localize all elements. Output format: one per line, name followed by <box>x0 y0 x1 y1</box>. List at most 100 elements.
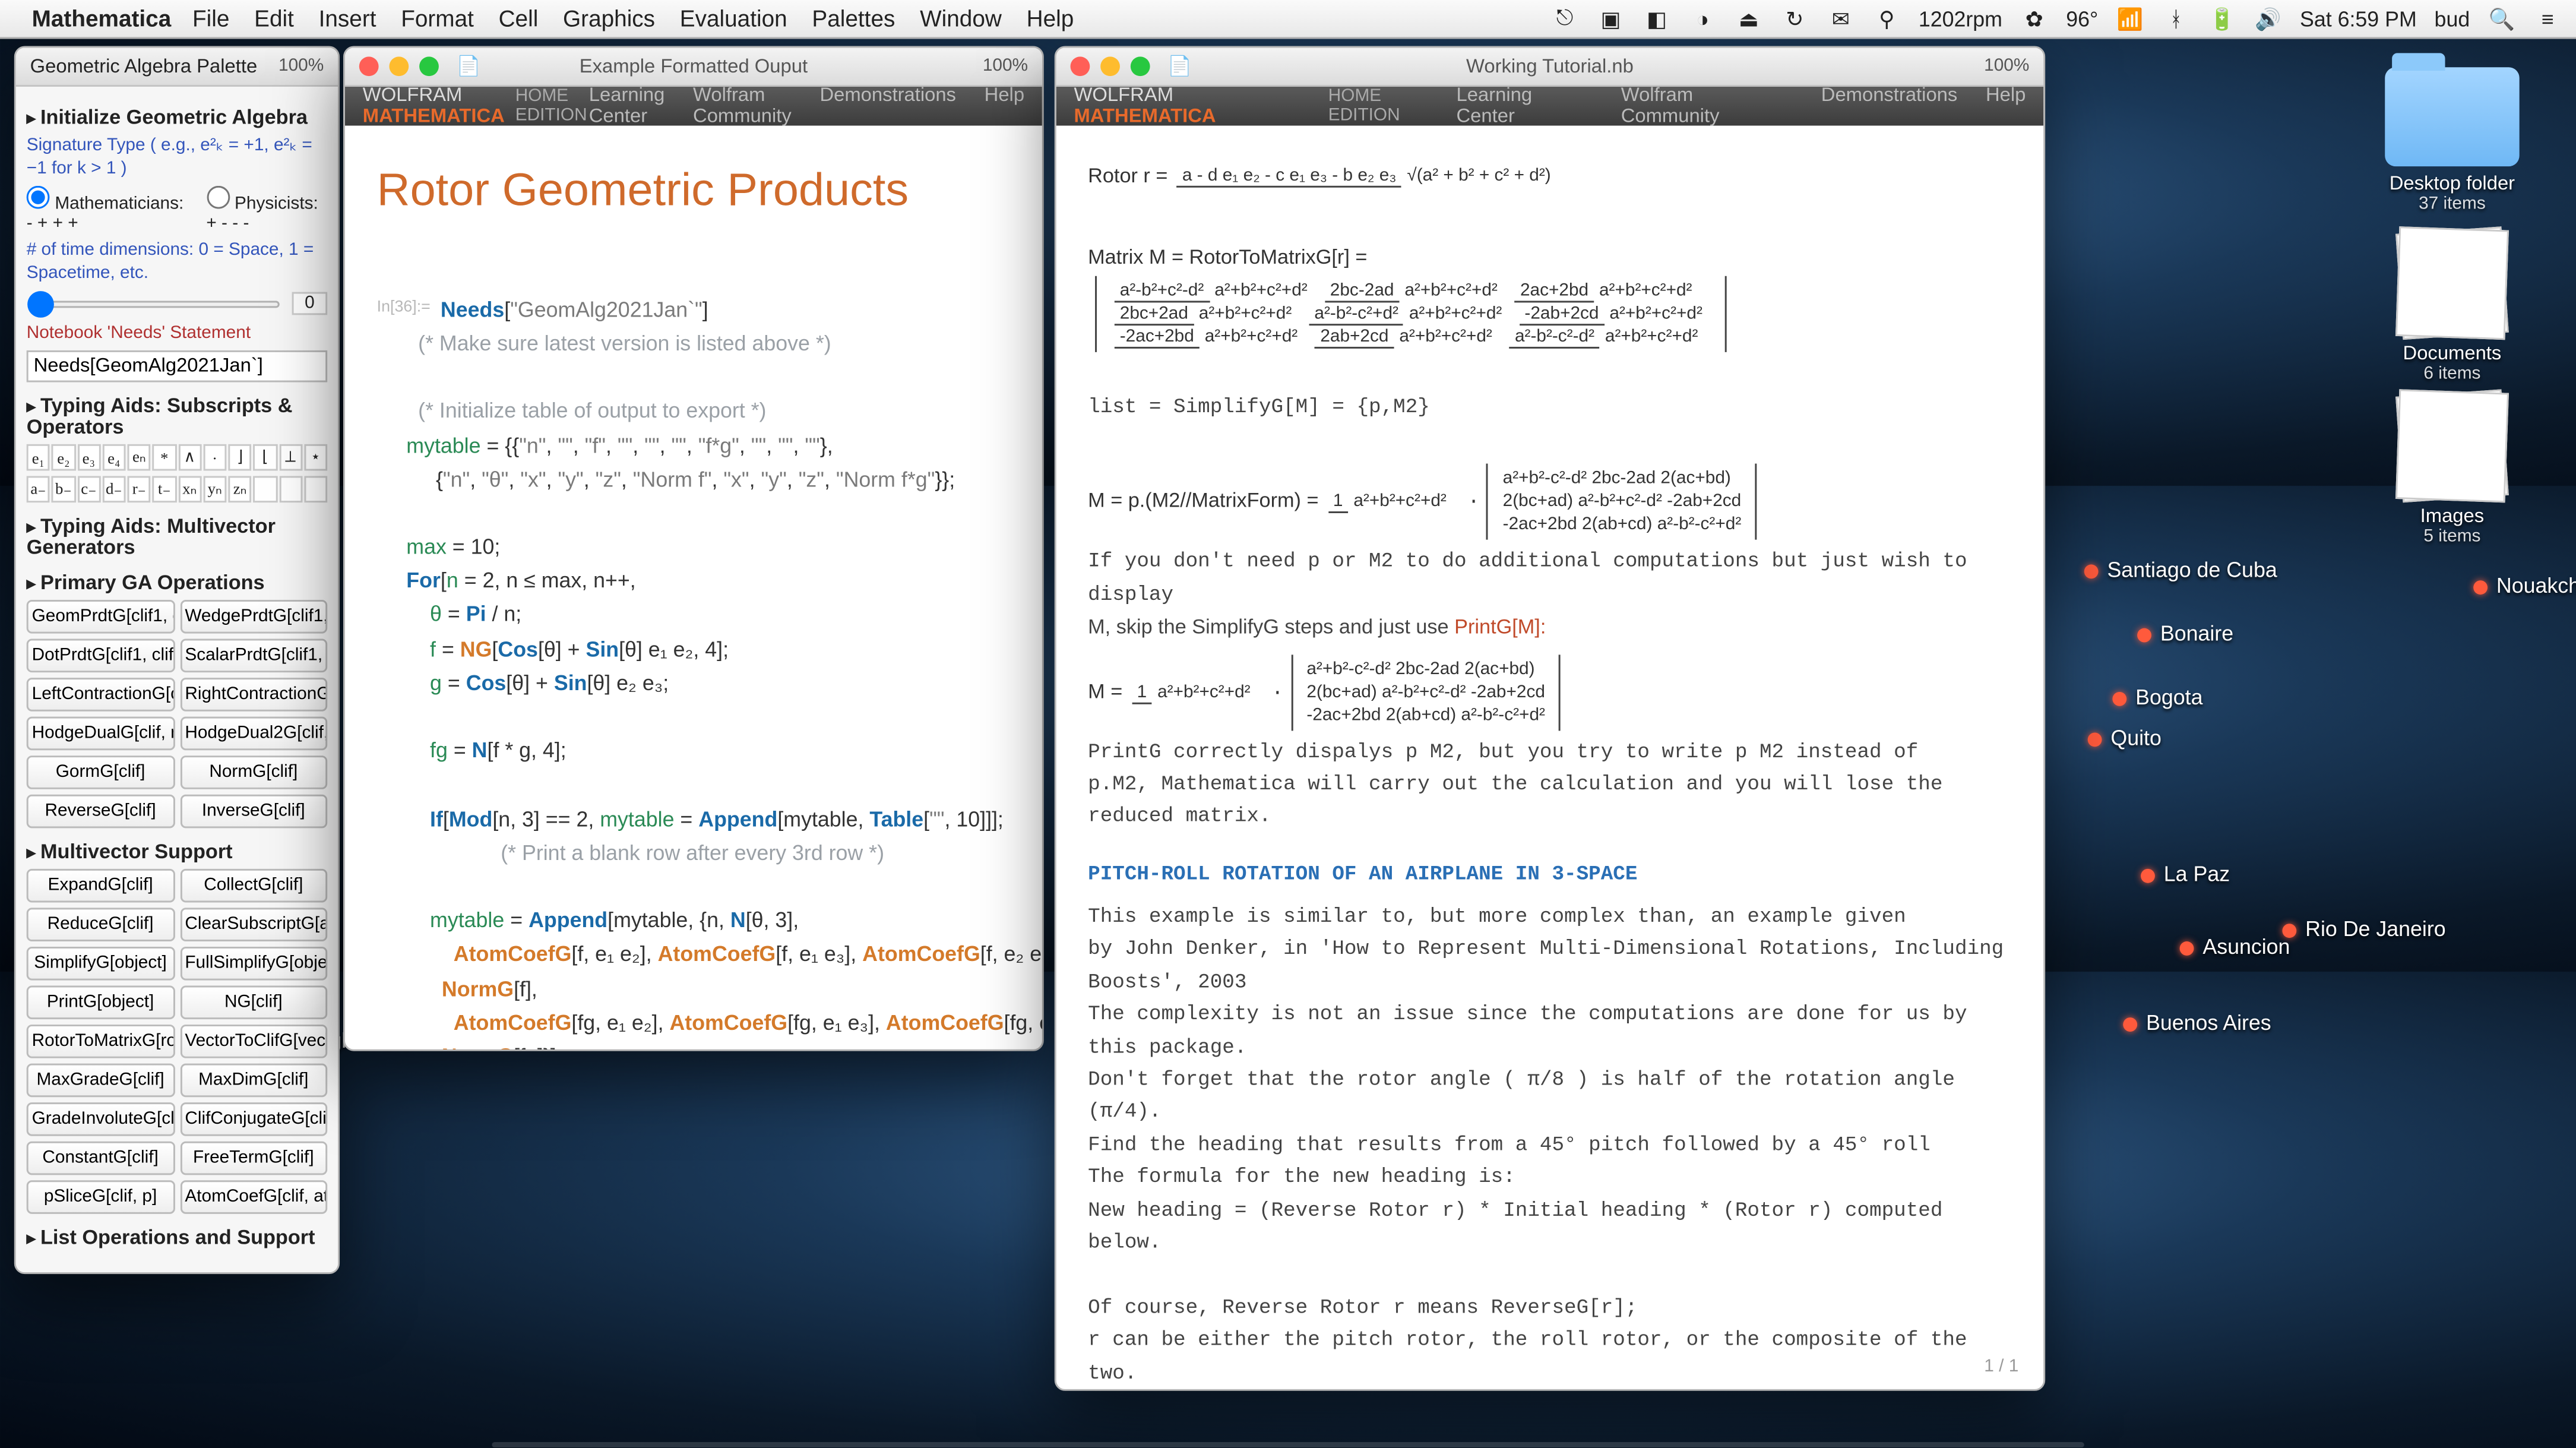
menu-evaluation[interactable]: Evaluation <box>680 5 787 32</box>
palette-op-button[interactable]: FullSimplifyG[object] <box>179 947 327 981</box>
operator-cell[interactable]: xₙ <box>178 476 201 502</box>
minimize-icon[interactable] <box>1100 56 1120 76</box>
palette-op-button[interactable]: ConstantG[clif] <box>27 1142 175 1175</box>
zoom-icon[interactable] <box>1131 56 1150 76</box>
palette-op-button[interactable]: DotPrdtG[clif1, clif2] <box>27 639 175 673</box>
section-typing1[interactable]: Typing Aids: Subscripts & Operators <box>27 396 327 439</box>
zoom-icon[interactable] <box>419 56 439 76</box>
operator-cell[interactable]: t₋ <box>153 476 176 502</box>
palette-op-button[interactable]: LeftContractionG[clif1, clif2] <box>27 678 175 712</box>
operator-cell[interactable]: d₋ <box>102 476 125 502</box>
palette-op-button[interactable]: ClifConjugateG[clif] <box>179 1102 327 1136</box>
palette-op-button[interactable]: GormG[clif] <box>27 755 175 789</box>
desktop-images[interactable]: Images 5 items <box>2363 393 2540 546</box>
palette-op-button[interactable]: ScalarPrdtG[clif1, clif2] <box>179 639 327 673</box>
operator-cell[interactable]: c₋ <box>77 476 100 502</box>
link-learning-center[interactable]: Learning Center <box>1457 85 1593 128</box>
tray-icon[interactable]: ✉ <box>1827 6 1855 31</box>
link-help[interactable]: Help <box>1986 85 2026 128</box>
operator-cell[interactable]: yₙ <box>203 476 226 502</box>
operator-cell[interactable]: ⟂ <box>279 444 302 471</box>
spotlight-icon[interactable]: 🔍 <box>2488 6 2516 31</box>
tray-icon[interactable]: ⚲ <box>1872 6 1901 31</box>
palette-op-button[interactable]: FreeTermG[clif] <box>179 1142 327 1175</box>
bluetooth-icon[interactable]: ᚼ <box>2162 6 2191 31</box>
tray-icon[interactable]: ✿ <box>2020 6 2049 31</box>
radio-physicists[interactable]: Physicists: + - - - <box>206 186 327 233</box>
palette-op-button[interactable]: NG[clif] <box>179 986 327 1020</box>
operator-cell[interactable]: ∧ <box>178 444 201 471</box>
tray-icon[interactable]: ↻ <box>1780 6 1809 31</box>
tray-icon[interactable]: ⏏ <box>1735 6 1763 31</box>
link-learning-center[interactable]: Learning Center <box>589 85 665 128</box>
palette-op-button[interactable]: MaxDimG[clif] <box>179 1064 327 1098</box>
palette-op-button[interactable]: GeomPrdtG[clif1, clif2] <box>27 600 175 634</box>
nb2-titlebar[interactable]: 📄 Working Tutorial.nb 100% <box>1056 48 2044 87</box>
palette-op-button[interactable]: CollectG[clif] <box>179 869 327 903</box>
palette-zoom[interactable]: 100% <box>279 56 324 76</box>
operator-cell[interactable]: a₋ <box>27 476 50 502</box>
palette-op-button[interactable]: WedgePrdtG[clif1, clif2] <box>179 600 327 634</box>
operator-cell[interactable]: · <box>203 444 226 471</box>
close-icon[interactable] <box>1071 56 1090 76</box>
tray-icon[interactable]: ◑ <box>1689 6 1717 31</box>
tray-user[interactable]: bud <box>2435 6 2470 31</box>
palette-op-button[interactable]: RightContractionG[clif1, clif2] <box>179 678 327 712</box>
nb1-code[interactable]: In[36]:=Needs["GeomAlg2021Jan`"] (* Make… <box>377 260 1011 1049</box>
nb1-zoom[interactable]: 100% <box>983 56 1028 76</box>
palette-op-button[interactable]: AtomCoefG[clif, atom] <box>179 1180 327 1214</box>
palette-op-button[interactable]: VectorToClifG[vec] <box>179 1025 327 1058</box>
desktop-documents[interactable]: Documents 6 items <box>2363 230 2540 384</box>
menu-palettes[interactable]: Palettes <box>812 5 895 32</box>
link-wolfram-community[interactable]: Wolfram Community <box>1621 85 1793 128</box>
section-multivector[interactable]: Multivector Support <box>27 842 327 864</box>
tray-clock[interactable]: Sat 6:59 PM <box>2300 6 2417 31</box>
battery-icon[interactable]: 🔋 <box>2208 6 2236 31</box>
palette-op-button[interactable]: HodgeDualG[clif, n] <box>27 717 175 751</box>
time-dim-slider[interactable] <box>27 300 281 307</box>
link-wolfram-community[interactable]: Wolfram Community <box>693 85 792 128</box>
operator-cell[interactable]: zₙ <box>228 476 251 502</box>
menu-insert[interactable]: Insert <box>319 5 376 32</box>
operator-cell[interactable]: e₁ <box>27 444 50 471</box>
operator-cell[interactable]: b₋ <box>52 476 75 502</box>
link-demonstrations[interactable]: Demonstrations <box>819 85 956 128</box>
palette-op-button[interactable]: GradeInvoluteG[clif] <box>27 1102 175 1136</box>
menu-cell[interactable]: Cell <box>499 5 539 32</box>
needs-input[interactable] <box>27 350 327 382</box>
palette-op-button[interactable]: PrintG[object] <box>27 986 175 1020</box>
operator-cell[interactable]: eₙ <box>128 444 151 471</box>
menu-help[interactable]: Help <box>1027 5 1074 32</box>
palette-op-button[interactable]: ReduceG[clif] <box>27 908 175 941</box>
operator-cell[interactable]: e₂ <box>52 444 75 471</box>
nb1-titlebar[interactable]: 📄 Example Formatted Ouput 100% <box>345 48 1042 87</box>
palette-op-button[interactable]: RotorToMatrixG[rotor] <box>27 1025 175 1058</box>
section-typing2[interactable]: Typing Aids: Multivector Generators <box>27 517 327 559</box>
radio-mathematicians[interactable]: Mathematicians: - + + + <box>27 186 189 233</box>
nb2-body[interactable]: Rotor r = a - d e₁ e₂ - c e₁ e₃ - b e₂ e… <box>1056 126 2044 1389</box>
operator-cell[interactable]: r₋ <box>128 476 151 502</box>
operator-cell[interactable]: e₃ <box>77 444 100 471</box>
section-list[interactable]: List Operations and Support <box>27 1228 327 1250</box>
palette-op-button[interactable]: ReverseG[clif] <box>27 795 175 829</box>
operator-cell[interactable] <box>304 476 327 502</box>
nb2-zoom[interactable]: 100% <box>1984 56 2029 76</box>
operator-cell[interactable]: ⌊ <box>254 444 277 471</box>
menu-graphics[interactable]: Graphics <box>563 5 655 32</box>
link-help[interactable]: Help <box>985 85 1024 128</box>
link-demonstrations[interactable]: Demonstrations <box>1821 85 1958 128</box>
palette-op-button[interactable]: SimplifyG[object] <box>27 947 175 981</box>
palette-op-button[interactable]: HodgeDual2G[clif, n] <box>179 717 327 751</box>
menu-edit[interactable]: Edit <box>254 5 294 32</box>
palette-op-button[interactable]: ClearSubscriptG[a] <box>179 908 327 941</box>
app-name[interactable]: Mathematica <box>32 5 172 32</box>
notification-icon[interactable]: ≡ <box>2533 6 2562 31</box>
menu-format[interactable]: Format <box>401 5 474 32</box>
operator-cell[interactable] <box>279 476 302 502</box>
operator-cell[interactable]: ⌋ <box>228 444 251 471</box>
menu-file[interactable]: File <box>192 5 229 32</box>
operator-cell[interactable]: ⋆ <box>304 444 327 471</box>
menu-window[interactable]: Window <box>920 5 1002 32</box>
palette-op-button[interactable]: pSliceG[clif, p] <box>27 1180 175 1214</box>
palette-op-button[interactable]: MaxGradeG[clif] <box>27 1064 175 1098</box>
